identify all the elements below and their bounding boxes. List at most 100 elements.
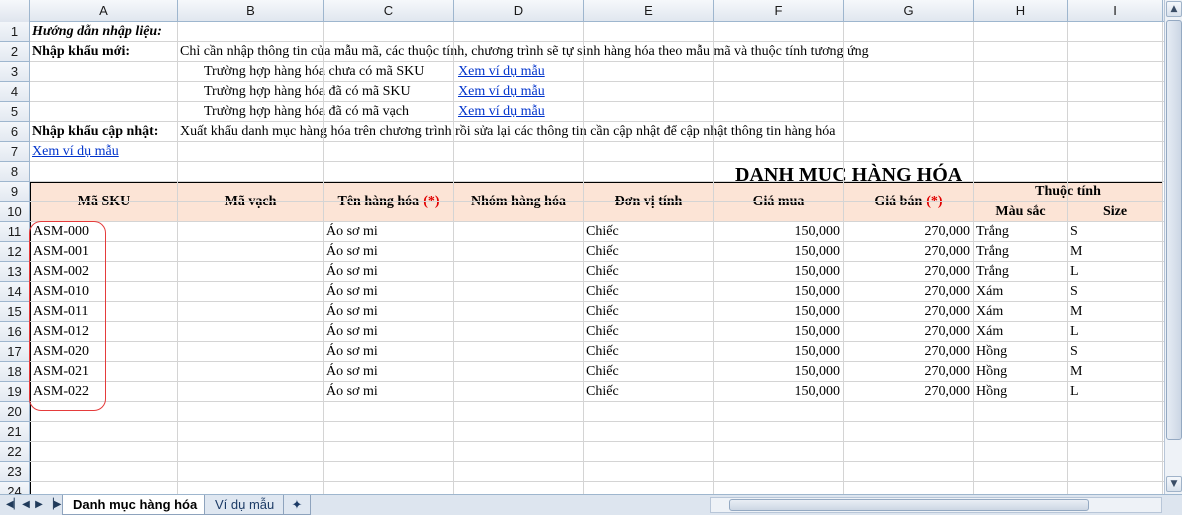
cell-unit[interactable] xyxy=(584,402,714,422)
cell-size[interactable]: S xyxy=(1068,342,1163,362)
cell-color[interactable]: Trắng xyxy=(974,242,1068,262)
cell-sku[interactable]: ASM-011 xyxy=(30,302,178,322)
cell-sell[interactable]: 270,000 xyxy=(844,342,974,362)
column-header-h[interactable]: H xyxy=(974,0,1068,22)
cell-group[interactable] xyxy=(454,382,584,402)
sample-link-3[interactable]: Xem ví dụ mẫu xyxy=(458,102,545,122)
row-header-12[interactable]: 12 xyxy=(0,242,29,262)
cell-buy[interactable] xyxy=(714,482,844,494)
row-header-19[interactable]: 19 xyxy=(0,382,29,402)
last-sheet-icon[interactable]: ▕▶ xyxy=(46,498,61,512)
scroll-down-icon[interactable]: ▼ xyxy=(1166,476,1182,492)
row-header-22[interactable]: 22 xyxy=(0,442,29,462)
cell-color[interactable] xyxy=(974,482,1068,494)
cell-group[interactable] xyxy=(454,482,584,494)
cell-unit[interactable]: Chiếc xyxy=(584,282,714,302)
cell-sku[interactable]: ASM-010 xyxy=(30,282,178,302)
cell-buy[interactable]: 150,000 xyxy=(714,302,844,322)
select-all-corner[interactable] xyxy=(0,0,30,22)
cell-color[interactable]: Trắng xyxy=(974,222,1068,242)
column-header-i[interactable]: I xyxy=(1068,0,1163,22)
row-header-8[interactable]: 8 xyxy=(0,162,29,182)
cell-group[interactable] xyxy=(454,422,584,442)
row-header-4[interactable]: 4 xyxy=(0,82,29,102)
cell-name[interactable]: Áo sơ mi xyxy=(324,322,454,342)
row-header-6[interactable]: 6 xyxy=(0,122,29,142)
cell-group[interactable] xyxy=(454,282,584,302)
cell-name[interactable] xyxy=(324,422,454,442)
cell-unit[interactable] xyxy=(584,482,714,494)
horizontal-scroll-thumb[interactable] xyxy=(729,499,1089,511)
cell-color[interactable] xyxy=(974,402,1068,422)
cell-barcode[interactable] xyxy=(178,302,324,322)
cell-buy[interactable]: 150,000 xyxy=(714,282,844,302)
sheet-tab-catalog[interactable]: Danh mục hàng hóa xyxy=(62,495,209,515)
cell-unit[interactable]: Chiếc xyxy=(584,322,714,342)
sample-link-4[interactable]: Xem ví dụ mẫu xyxy=(32,142,119,162)
cell-size[interactable]: L xyxy=(1068,262,1163,282)
cell-color[interactable]: Xám xyxy=(974,302,1068,322)
cell-unit[interactable] xyxy=(584,462,714,482)
cell-size[interactable] xyxy=(1068,482,1163,494)
column-header-a[interactable]: A xyxy=(30,0,178,22)
cell-sell[interactable] xyxy=(844,462,974,482)
sheet-tab-sample[interactable]: Ví dụ mẫu xyxy=(204,495,286,515)
row-header-16[interactable]: 16 xyxy=(0,322,29,342)
column-header-b[interactable]: B xyxy=(178,0,324,22)
column-header-e[interactable]: E xyxy=(584,0,714,22)
row-header-17[interactable]: 17 xyxy=(0,342,29,362)
column-header-f[interactable]: F xyxy=(714,0,844,22)
row-header-1[interactable]: 1 xyxy=(0,22,29,42)
cell-color[interactable] xyxy=(974,442,1068,462)
cell-group[interactable] xyxy=(454,402,584,422)
row-header-20[interactable]: 20 xyxy=(0,402,29,422)
cell-buy[interactable]: 150,000 xyxy=(714,382,844,402)
cell-size[interactable]: S xyxy=(1068,282,1163,302)
cell-name[interactable] xyxy=(324,482,454,494)
cell-group[interactable] xyxy=(454,462,584,482)
cell-buy[interactable]: 150,000 xyxy=(714,342,844,362)
cell-unit[interactable] xyxy=(584,442,714,462)
cell-barcode[interactable] xyxy=(178,402,324,422)
cell-size[interactable] xyxy=(1068,422,1163,442)
cell-size[interactable]: M xyxy=(1068,362,1163,382)
cell-group[interactable] xyxy=(454,242,584,262)
cell-sku[interactable]: ASM-022 xyxy=(30,382,178,402)
row-header-7[interactable]: 7 xyxy=(0,142,29,162)
cell-size[interactable]: L xyxy=(1068,382,1163,402)
row-header-3[interactable]: 3 xyxy=(0,62,29,82)
cell-sell[interactable] xyxy=(844,442,974,462)
insert-sheet-icon[interactable]: ✦ xyxy=(283,495,311,515)
cell-group[interactable] xyxy=(454,362,584,382)
cell-name[interactable] xyxy=(324,462,454,482)
first-sheet-icon[interactable]: ◀▏ xyxy=(6,498,21,512)
row-header-24[interactable]: 24 xyxy=(0,482,29,494)
cell-sell[interactable] xyxy=(844,422,974,442)
cell-name[interactable]: Áo sơ mi xyxy=(324,282,454,302)
cell-group[interactable] xyxy=(454,322,584,342)
cell-name[interactable]: Áo sơ mi xyxy=(324,382,454,402)
cell-sell[interactable] xyxy=(844,482,974,494)
cell-size[interactable]: M xyxy=(1068,302,1163,322)
cell-sell[interactable]: 270,000 xyxy=(844,262,974,282)
cell-size[interactable] xyxy=(1068,442,1163,462)
row-header-10[interactable]: 10 xyxy=(0,202,29,222)
row-header-2[interactable]: 2 xyxy=(0,42,29,62)
cell-color[interactable] xyxy=(974,422,1068,442)
cell-sku[interactable] xyxy=(30,422,178,442)
cell-name[interactable]: Áo sơ mi xyxy=(324,242,454,262)
column-header-d[interactable]: D xyxy=(454,0,584,22)
spreadsheet[interactable]: ABCDEFGHI 1 2 3 4 5 6 7 8 9 10 11 12 13 14 15 16 17 18 19 2… xyxy=(0,0,1164,494)
cell-buy[interactable]: 150,000 xyxy=(714,362,844,382)
cell-group[interactable] xyxy=(454,302,584,322)
cell-buy[interactable]: 150,000 xyxy=(714,262,844,282)
cell-name[interactable] xyxy=(324,402,454,422)
next-sheet-icon[interactable]: ▶ xyxy=(33,498,45,512)
cell-sku[interactable]: ASM-001 xyxy=(30,242,178,262)
cell-size[interactable]: M xyxy=(1068,242,1163,262)
cell-buy[interactable] xyxy=(714,422,844,442)
cell-sell[interactable]: 270,000 xyxy=(844,242,974,262)
cell-barcode[interactable] xyxy=(178,482,324,494)
cell-sku[interactable] xyxy=(30,462,178,482)
cell-unit[interactable]: Chiếc xyxy=(584,302,714,322)
